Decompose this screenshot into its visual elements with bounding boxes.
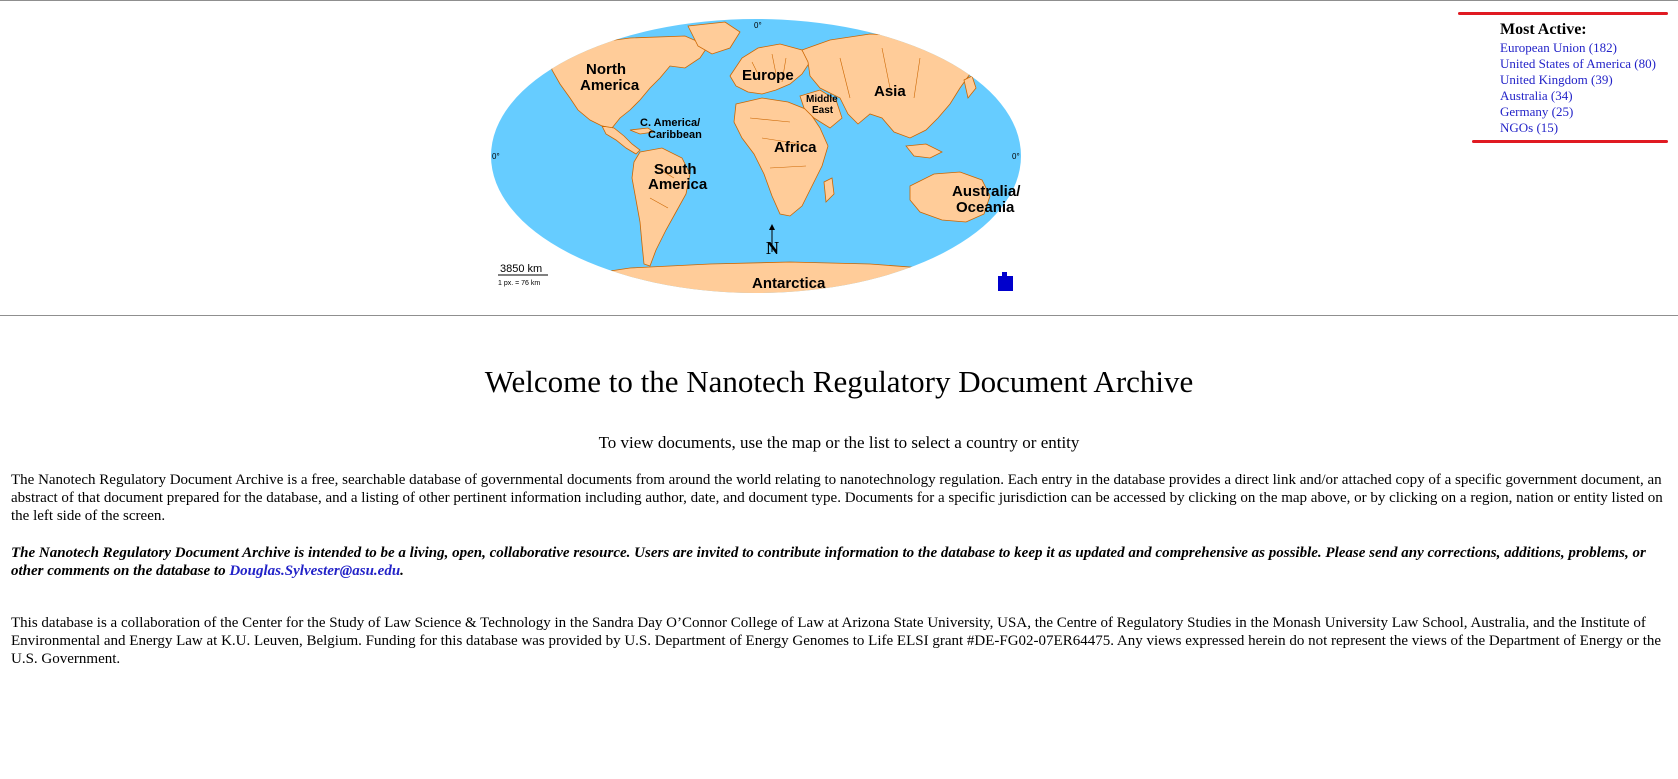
top-divider bbox=[0, 0, 1678, 1]
label-europe: Europe bbox=[742, 67, 794, 84]
world-map[interactable]: 0° 0° 0° North America Europe Middle Eas… bbox=[490, 18, 1030, 298]
most-active-bottom-rule bbox=[1472, 140, 1668, 143]
label-central-america: C. America/ Caribbean bbox=[640, 117, 703, 141]
contribution-suffix: . bbox=[400, 563, 404, 579]
svg-text:1 px. = 76 km: 1 px. = 76 km bbox=[498, 280, 540, 287]
most-active-item-australia[interactable]: Australia (34) bbox=[1500, 88, 1656, 104]
svg-text:N: N bbox=[766, 238, 779, 258]
instruction-text: To view documents, use the map or the li… bbox=[598, 433, 1080, 452]
most-active-top-rule bbox=[1458, 12, 1668, 15]
graticule-right-label: 0° bbox=[1012, 152, 1020, 161]
most-active-item-european-union[interactable]: European Union (182) bbox=[1500, 40, 1656, 56]
map-divider bbox=[0, 315, 1678, 316]
most-active-panel: Most Active: European Union (182) United… bbox=[1458, 12, 1668, 143]
world-map-region: 0° 0° 0° North America Europe Middle Eas… bbox=[490, 18, 1030, 298]
graticule-top-label: 0° bbox=[754, 21, 762, 30]
contact-email-link[interactable]: Douglas.Sylvester@asu.edu bbox=[229, 563, 400, 579]
label-africa: Africa bbox=[774, 139, 817, 156]
most-active-item-united-kingdom[interactable]: United Kingdom (39) bbox=[1500, 72, 1656, 88]
most-active-item-ngos[interactable]: NGOs (15) bbox=[1500, 120, 1656, 136]
page-title: Welcome to the Nanotech Regulatory Docum… bbox=[484, 364, 1194, 399]
intro-paragraph: The Nanotech Regulatory Document Archive… bbox=[11, 472, 1663, 524]
svg-text:3850 km: 3850 km bbox=[500, 263, 542, 275]
label-oceania: Australia/ Oceania bbox=[952, 183, 1025, 216]
most-active-item-united-states[interactable]: United States of America (80) bbox=[1500, 56, 1656, 72]
most-active-item-germany[interactable]: Germany (25) bbox=[1500, 104, 1656, 120]
label-asia: Asia bbox=[874, 83, 906, 100]
map-tool-icon[interactable] bbox=[998, 272, 1013, 291]
map-scale: 3850 km 1 px. = 76 km bbox=[498, 263, 548, 287]
most-active-list: Most Active: European Union (182) United… bbox=[1500, 20, 1656, 136]
graticule-left-label: 0° bbox=[492, 152, 500, 161]
label-south-america: South America bbox=[648, 161, 708, 193]
label-antarctica: Antarctica bbox=[752, 275, 826, 292]
most-active-title: Most Active: bbox=[1500, 21, 1587, 38]
collaboration-paragraph: This database is a collaboration of the … bbox=[11, 615, 1662, 667]
contribution-paragraph: The Nanotech Regulatory Document Archive… bbox=[11, 544, 1666, 580]
